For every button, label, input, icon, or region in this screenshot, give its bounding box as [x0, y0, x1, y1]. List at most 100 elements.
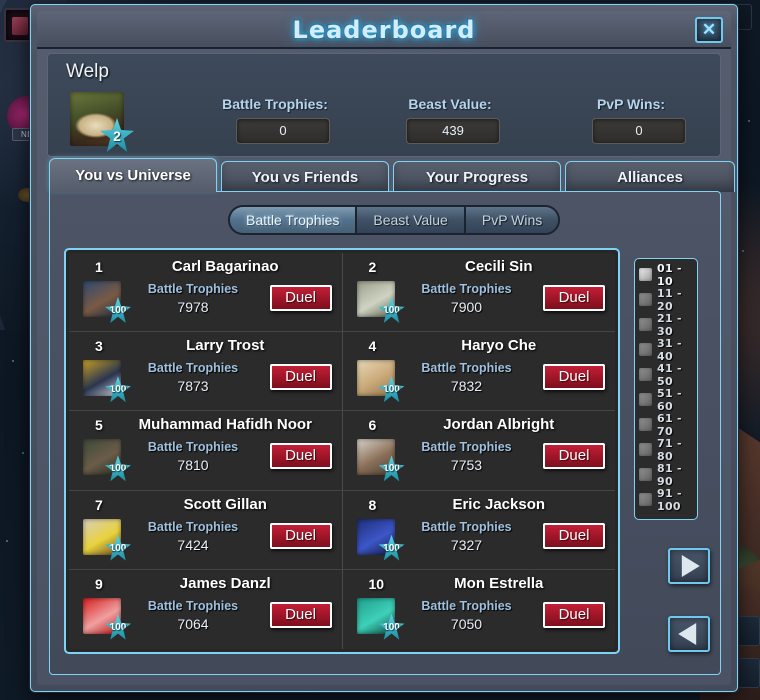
- leaderboard-row: 1 Carl Bagarinao 100 Battle Trophies 7978 Due…: [69, 253, 342, 333]
- rank-number: 3: [95, 338, 103, 355]
- duel-button[interactable]: Duel: [269, 443, 332, 470]
- rank-range-item[interactable]: 31 - 40: [639, 337, 693, 363]
- stat-label: Beast Value:: [408, 96, 492, 112]
- player-avatar: 100: [356, 360, 405, 403]
- rank-range-item[interactable]: 71 - 80: [639, 436, 693, 463]
- rank-range-label: 01 - 10: [657, 261, 682, 288]
- row-stat-value: 7327: [450, 536, 483, 553]
- row-stat-value: 7810: [177, 457, 209, 474]
- player-avatar: 100: [83, 360, 131, 403]
- star-speck: [22, 452, 24, 454]
- rank-number: 8: [368, 496, 377, 513]
- rank-range-item[interactable]: 21 - 30: [639, 312, 693, 338]
- tab-you-vs-universe[interactable]: You vs Universe: [49, 158, 217, 192]
- leaderboard-grid: 1 Carl Bagarinao 100 Battle Trophies 7978 Due…: [69, 253, 615, 649]
- leaderboard-dialog: Leaderboard ✕ Welp 2 Battle Trophies: 0 …: [30, 4, 738, 692]
- row-stat-label: Battle Trophies: [421, 361, 512, 376]
- title-bar: Leaderboard ✕: [37, 11, 731, 49]
- checkbox-icon: [639, 418, 652, 431]
- star-speck: [742, 250, 744, 252]
- row-stat-value: 7424: [177, 536, 209, 553]
- player-avatar: 100: [83, 439, 131, 482]
- row-stat-value: 7978: [177, 299, 209, 315]
- rank-range-label: 71 - 80: [657, 436, 682, 463]
- player-avatar: 100: [83, 281, 131, 323]
- row-stat-label: Battle Trophies: [421, 440, 512, 455]
- rank-range-item[interactable]: 81 - 90: [639, 461, 693, 488]
- rank-range-item[interactable]: 11 - 20: [639, 287, 693, 313]
- duel-button[interactable]: Duel: [543, 601, 605, 628]
- close-button[interactable]: ✕: [695, 17, 723, 43]
- checkbox-icon: [639, 368, 652, 381]
- stat-label: Battle Trophies:: [222, 96, 328, 112]
- rank-number: 1: [95, 259, 103, 275]
- star-speck: [748, 120, 750, 122]
- player-name: Haryo Che: [461, 337, 537, 355]
- stat-value: 0: [592, 118, 686, 144]
- tab-your-progress[interactable]: Your Progress: [393, 161, 561, 192]
- segment-pvp-wins[interactable]: PvP Wins: [465, 207, 559, 233]
- player-avatar: 100: [83, 518, 131, 561]
- rank-number: 5: [95, 417, 103, 434]
- duel-button[interactable]: Duel: [543, 443, 605, 470]
- leaderboard-row: 6 Jordan Albright 100 Battle Trophies 7753 Du…: [342, 411, 615, 491]
- rank-range-item[interactable]: 41 - 50: [639, 362, 693, 388]
- leaderboard-row: 9 James Danzl 100 Battle Trophies 7064 Duel: [69, 570, 342, 649]
- player-name: Mon Estrella: [454, 574, 544, 592]
- checkbox-icon: [639, 318, 652, 331]
- stat-label: PvP Wins:: [596, 96, 666, 112]
- row-stat-label: Battle Trophies: [421, 519, 512, 534]
- player-name: Jordan Albright: [443, 416, 555, 434]
- duel-button[interactable]: Duel: [543, 522, 605, 549]
- level-value: 2: [113, 127, 121, 144]
- rank-range-item[interactable]: 91 - 100: [639, 487, 693, 513]
- player-avatar: 100: [356, 439, 405, 482]
- checkbox-icon: [639, 268, 652, 281]
- stat-value: 0: [236, 118, 330, 144]
- player-name: Eric Jackson: [452, 495, 546, 513]
- dialog-inner: Leaderboard ✕ Welp 2 Battle Trophies: 0 …: [37, 11, 735, 685]
- next-page-button[interactable]: [668, 548, 710, 584]
- row-stat-label: Battle Trophies: [421, 598, 512, 613]
- row-stat-value: 7753: [450, 457, 483, 474]
- star-speck: [6, 540, 8, 542]
- duel-button[interactable]: Duel: [269, 285, 332, 311]
- rank-range-label: 81 - 90: [657, 461, 682, 488]
- avatar: 2: [70, 92, 134, 152]
- duel-button[interactable]: Duel: [269, 364, 332, 391]
- rank-range-item[interactable]: 01 - 10: [639, 261, 693, 288]
- duel-button[interactable]: Duel: [269, 522, 332, 549]
- duel-button[interactable]: Duel: [543, 285, 605, 311]
- arrow-right-icon: [681, 555, 700, 577]
- rank-number: 4: [368, 338, 377, 355]
- rank-number: 9: [95, 575, 103, 592]
- star-speck: [12, 360, 14, 362]
- row-stat-label: Battle Trophies: [421, 282, 512, 296]
- segment-battle-trophies[interactable]: Battle Trophies: [230, 207, 358, 233]
- rank-range-item[interactable]: 51 - 60: [639, 387, 693, 413]
- tab-alliances[interactable]: Alliances: [565, 161, 735, 192]
- player-name: Cecili Sin: [464, 258, 533, 275]
- rank-number: 10: [368, 575, 385, 592]
- row-stat-label: Battle Trophies: [147, 519, 239, 534]
- rank-range-item[interactable]: 61 - 70: [639, 412, 693, 438]
- tab-you-vs-friends[interactable]: You vs Friends: [221, 161, 389, 192]
- row-stat-value: 7050: [450, 615, 483, 632]
- arrow-left-icon: [678, 623, 697, 645]
- duel-button[interactable]: Duel: [543, 364, 605, 391]
- leaderboard-row: 10 Mon Estrella 100 Battle Trophies 7050 Duel: [343, 570, 616, 649]
- leaderboard-row: 8 Eric Jackson 100 Battle Trophies 7327 Duel: [342, 491, 615, 570]
- profile-panel: Welp 2 Battle Trophies: 0 Beast Value: 4…: [47, 53, 721, 157]
- segment-beast-value[interactable]: Beast Value: [357, 207, 466, 233]
- duel-button[interactable]: Duel: [269, 601, 332, 628]
- prev-page-button[interactable]: [668, 616, 710, 652]
- player-name: Muhammad Hafidh Noor: [138, 416, 312, 434]
- row-stat-value: 7832: [450, 378, 483, 395]
- leaderboard-panel: 1 Carl Bagarinao 100 Battle Trophies 7978 Due…: [64, 248, 620, 654]
- stat-beast-value: Beast Value: 439: [400, 96, 500, 144]
- close-icon: ✕: [701, 20, 717, 39]
- leaderboard-row: 7 Scott Gillan 100 Battle Trophies 7424 Duel: [69, 491, 342, 570]
- row-stat-value: 7873: [177, 378, 209, 395]
- checkbox-icon: [639, 343, 652, 356]
- rank-number: 7: [95, 496, 103, 513]
